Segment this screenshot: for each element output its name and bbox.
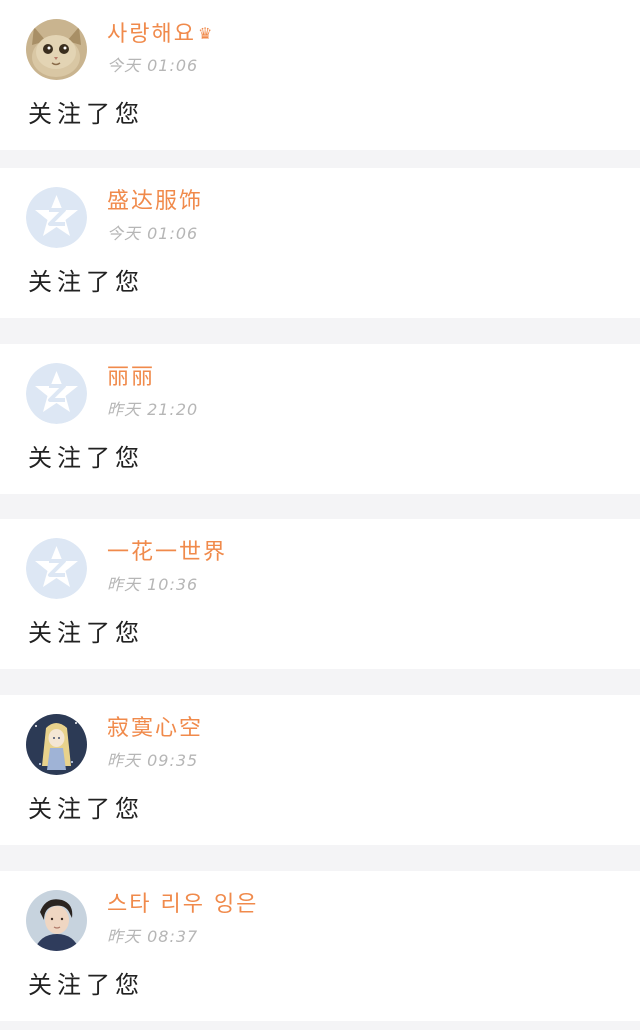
follow-action-text: 关注了您 bbox=[28, 795, 144, 823]
username[interactable]: 사랑해요 ♛ bbox=[107, 19, 214, 50]
default-star-avatar[interactable] bbox=[26, 538, 87, 599]
notification-card[interactable]: 盛达服饰 今天 01:06 关注了您 bbox=[0, 168, 640, 318]
default-star-avatar[interactable] bbox=[26, 363, 87, 424]
person-photo-avatar[interactable] bbox=[26, 890, 87, 951]
follow-action-text: 关注了您 bbox=[28, 268, 144, 296]
username[interactable]: 一花一世界 bbox=[107, 538, 227, 568]
notification-card[interactable]: 寂寞心空 昨天 09:35 关注了您 bbox=[0, 695, 640, 845]
notification-card[interactable]: 一花一世界 昨天 10:36 关注了您 bbox=[0, 519, 640, 669]
crown-icon: ♛ bbox=[197, 24, 215, 43]
timestamp: 昨天 21:20 bbox=[107, 400, 199, 419]
anime-girl-avatar[interactable] bbox=[26, 714, 87, 775]
timestamp: 昨天 10:36 bbox=[107, 575, 199, 594]
timestamp: 昨天 09:35 bbox=[107, 751, 199, 770]
timestamp: 今天 01:06 bbox=[107, 56, 199, 75]
follow-action-text: 关注了您 bbox=[28, 619, 144, 647]
notification-card[interactable]: 丽丽 昨天 21:20 关注了您 bbox=[0, 344, 640, 494]
notification-card[interactable]: 사랑해요 ♛ 今天 01:06 关注了您 bbox=[0, 0, 640, 150]
follow-action-text: 关注了您 bbox=[28, 100, 144, 128]
username[interactable]: 스타 리우 잉은 bbox=[107, 890, 258, 920]
cat-photo-avatar[interactable] bbox=[26, 19, 87, 80]
follow-action-text: 关注了您 bbox=[28, 971, 144, 999]
username[interactable]: 寂寞心空 bbox=[107, 714, 203, 744]
username[interactable]: 丽丽 bbox=[107, 363, 155, 393]
timestamp: 今天 01:06 bbox=[107, 224, 199, 243]
notification-card[interactable]: 스타 리우 잉은 昨天 08:37 关注了您 bbox=[0, 871, 640, 1021]
default-star-avatar[interactable] bbox=[26, 187, 87, 248]
follower-notification-list: 사랑해요 ♛ 今天 01:06 关注了您 盛达服饰 今天 01:06 关注了您 丽… bbox=[0, 0, 640, 1030]
username[interactable]: 盛达服饰 bbox=[107, 187, 203, 217]
timestamp: 昨天 08:37 bbox=[107, 927, 199, 946]
follow-action-text: 关注了您 bbox=[28, 444, 144, 472]
